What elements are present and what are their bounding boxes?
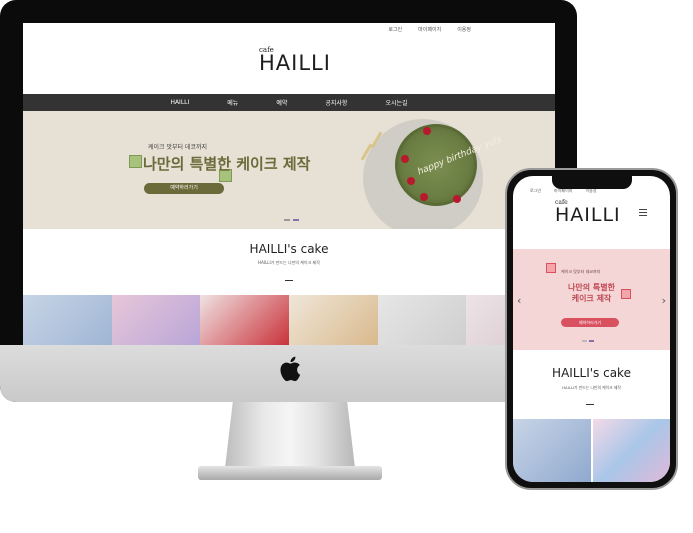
- cherry: [401, 155, 409, 163]
- imac-stand-base: [198, 466, 382, 480]
- hero-title-line2: 케이크 제작: [571, 294, 612, 303]
- nav-item-reservation[interactable]: 예약: [276, 98, 287, 107]
- pagination-dot-active[interactable]: [589, 340, 594, 342]
- mobile-screen: 로그인 마이페이지 이용정 cafe HAILLI ‹ › 케이크 맛부터 데코…: [513, 176, 670, 482]
- mypage-link[interactable]: 마이페이지: [418, 26, 441, 33]
- cake-thumbnail[interactable]: [289, 295, 378, 345]
- pagination-dot-active[interactable]: [293, 219, 299, 221]
- hero-subtitle: 케이크 맛부터 데코까지: [148, 144, 208, 151]
- guide-link[interactable]: 이용정: [457, 26, 471, 33]
- pagination-dot[interactable]: [284, 219, 290, 221]
- hero-title-line1: 나만의 특별한: [568, 283, 615, 292]
- reserve-button[interactable]: 예약하러가기: [561, 318, 619, 327]
- cake-thumbnail[interactable]: [200, 295, 290, 345]
- cake-thumbnail[interactable]: [592, 419, 670, 482]
- nav-item-hailli[interactable]: HAILLI: [170, 99, 189, 106]
- nav-item-menu[interactable]: 메뉴: [227, 98, 238, 107]
- gift-decoration: [129, 155, 142, 168]
- nav-item-location[interactable]: 오시는길: [385, 98, 407, 107]
- main-navigation: HAILLI 메뉴 예약 공지사항 오시는길: [23, 94, 555, 111]
- imac-stand: [225, 402, 355, 468]
- mobile-hero-banner: ‹ › 케이크 맛부터 데코까지 나만의 특별한 케이크 제작 예약하러가기: [513, 249, 670, 350]
- cake-gallery: [513, 419, 670, 482]
- hamburger-menu-icon[interactable]: [639, 209, 647, 218]
- reserve-button[interactable]: 예약하러가기: [144, 183, 224, 194]
- site-logo[interactable]: HAILLI: [555, 204, 621, 226]
- gift-decoration: [546, 263, 556, 273]
- hero-pagination: [582, 340, 594, 342]
- section-title: HAILLI's cake: [552, 366, 631, 380]
- iphone-notch: [552, 175, 632, 189]
- desktop-screen: 로그인 마이페이지 이용정 cafe HAILLI HAILLI 메뉴 예약 공…: [23, 23, 555, 345]
- hero-title: 나만의 특별한 케이크 제작: [513, 282, 670, 304]
- site-logo[interactable]: HAILLI: [259, 51, 331, 75]
- cake-thumbnail[interactable]: [377, 295, 467, 345]
- section-title: HAILLI's cake: [249, 242, 329, 256]
- pagination-dot[interactable]: [582, 340, 587, 342]
- section-subtitle: HAILLI가 만드는 나만의 케이크 제작: [562, 385, 621, 390]
- cake-thumbnail[interactable]: [513, 419, 591, 482]
- hero-subtitle: 케이크 맛부터 데코까지: [561, 269, 601, 274]
- cherry: [453, 195, 461, 203]
- hero-title: 나만의 특별한 케이크 제작: [143, 155, 311, 173]
- apple-logo-icon: [280, 356, 301, 382]
- cherry: [420, 193, 428, 201]
- cherry: [423, 127, 431, 135]
- section-subtitle: HAILLI가 만드는 나만의 케이크 제작: [258, 260, 320, 265]
- nav-item-notice[interactable]: 공지사항: [325, 98, 347, 107]
- section-divider: [285, 280, 293, 281]
- hero-banner: 케이크 맛부터 데코까지 나만의 특별한 케이크 제작 예약하러가기 happy…: [23, 111, 555, 229]
- login-link[interactable]: 로그인: [530, 188, 541, 194]
- cake-thumbnail[interactable]: [23, 295, 112, 345]
- cake-thumbnail[interactable]: [111, 295, 201, 345]
- cherry: [407, 177, 415, 185]
- desktop-top-links: 로그인 마이페이지 이용정: [388, 26, 471, 33]
- hero-pagination: [284, 219, 299, 221]
- login-link[interactable]: 로그인: [388, 26, 402, 33]
- cake-gallery: [23, 295, 555, 345]
- section-divider: [586, 404, 594, 405]
